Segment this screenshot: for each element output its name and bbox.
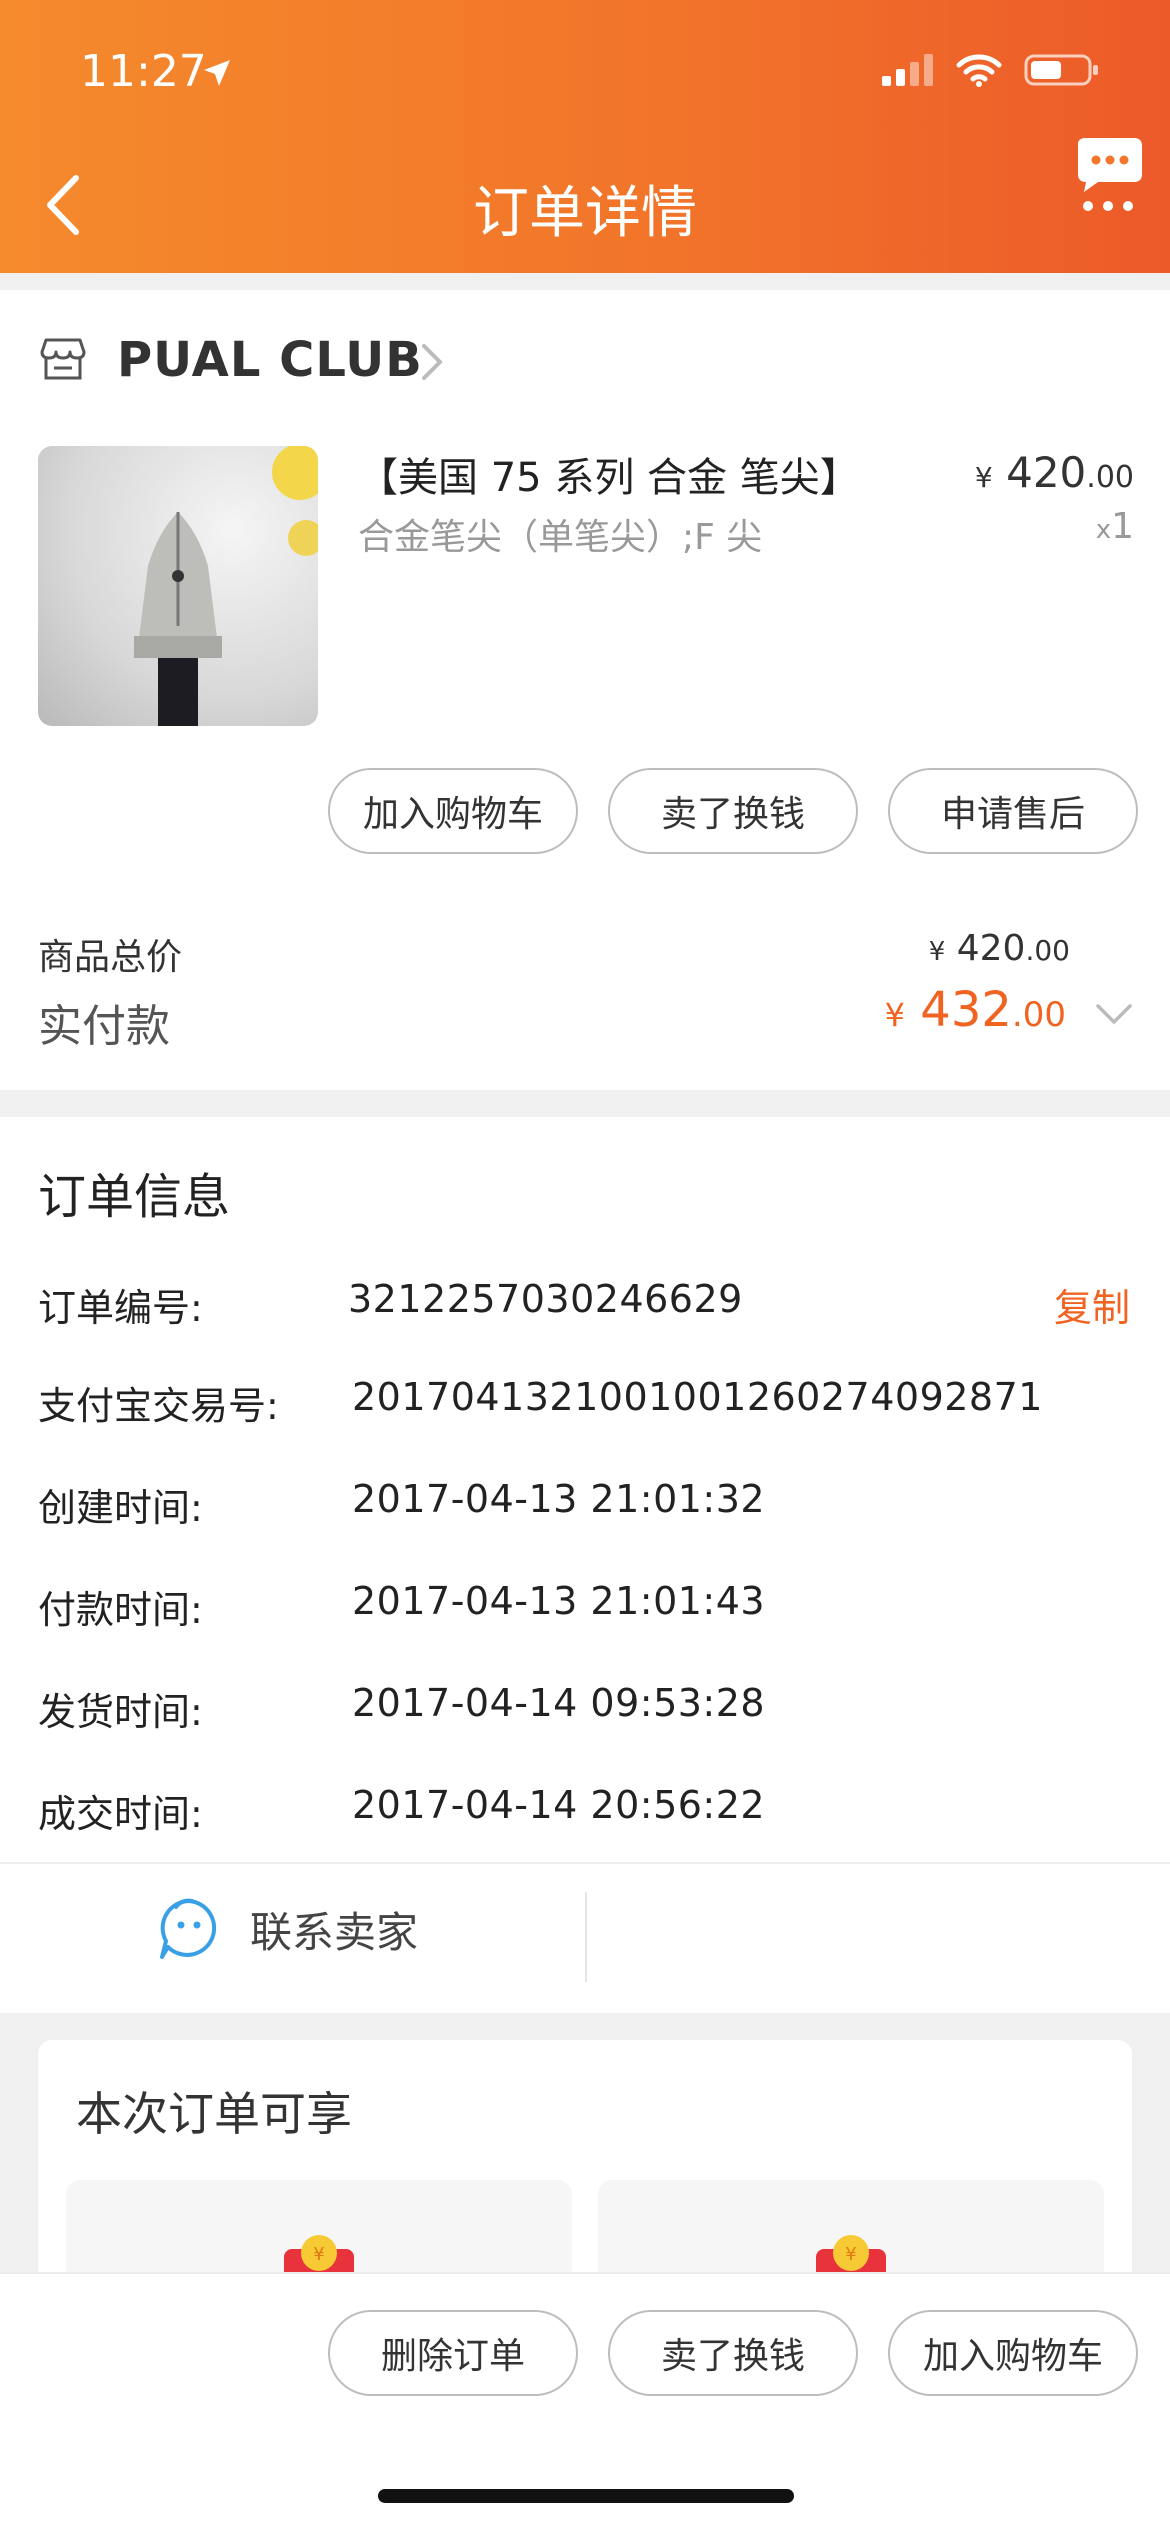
- order-number-value: 3212257030246629: [348, 1277, 743, 1321]
- svg-text:¥: ¥: [845, 2244, 856, 2265]
- shipped-time-value: 2017-04-14 09:53:28: [352, 1681, 766, 1725]
- shipped-time-row: 发货时间: 2017-04-14 09:53:28: [38, 1681, 1132, 1741]
- paid-time-label: 付款时间:: [38, 1588, 203, 1632]
- alipay-trade-row: 支付宝交易号: 2017041321001001260274092871: [38, 1375, 1132, 1435]
- pen-nib-image: [134, 446, 318, 726]
- chevron-down-icon[interactable]: [1094, 1002, 1134, 1026]
- delete-order-button[interactable]: 删除订单: [328, 2310, 578, 2396]
- copy-order-number-button[interactable]: 复制: [1054, 1277, 1130, 1332]
- product-sku: 合金笔尖（单笔尖）;F 尖: [358, 517, 763, 558]
- resell-button[interactable]: 卖了换钱: [608, 768, 858, 854]
- alipay-trade-value: 2017041321001001260274092871: [352, 1375, 1043, 1419]
- product-title[interactable]: 【美国 75 系列 合金 笔尖】: [358, 445, 860, 503]
- store-icon: [40, 338, 86, 380]
- bottom-resell-button[interactable]: 卖了换钱: [608, 2310, 858, 2396]
- product-quantity: x1: [1095, 506, 1134, 547]
- chevron-right-icon[interactable]: [420, 342, 444, 382]
- order-number-label: 订单编号:: [38, 1286, 203, 1330]
- created-time-row: 创建时间: 2017-04-13 21:01:32: [38, 1477, 1132, 1537]
- divider: [0, 1862, 1170, 1864]
- signal-icon: [882, 54, 933, 86]
- status-time: 11:27: [80, 46, 207, 97]
- vertical-divider: [585, 1892, 587, 1982]
- status-indicators: [882, 52, 1100, 88]
- paid-time-row: 付款时间: 2017-04-13 21:01:43: [38, 1579, 1132, 1639]
- goods-total-label: 商品总价: [38, 937, 183, 978]
- bottom-add-to-cart-button[interactable]: 加入购物车: [888, 2310, 1138, 2396]
- location-arrow-icon: [204, 60, 230, 86]
- after-sales-button[interactable]: 申请售后: [888, 768, 1138, 854]
- chat-face-icon: [160, 1898, 217, 1959]
- order-number-row: 订单编号: 3212257030246629: [38, 1277, 1132, 1337]
- product-image[interactable]: [38, 446, 318, 726]
- battery-icon: [1024, 54, 1098, 86]
- created-time-value: 2017-04-13 21:01:32: [352, 1477, 766, 1521]
- completed-time-value: 2017-04-14 20:56:22: [352, 1783, 766, 1827]
- paid-amount-value: ¥ 432.00: [884, 982, 1066, 1038]
- paid-amount-label: 实付款: [38, 1001, 170, 1052]
- header-bar: 11:27 订单详情: [0, 0, 1170, 273]
- home-indicator[interactable]: [378, 2489, 794, 2503]
- contact-seller-button[interactable]: 联系卖家: [158, 1897, 418, 1961]
- benefits-title: 本次订单可享: [76, 2087, 352, 2141]
- product-price: ¥ 420.00: [974, 448, 1134, 497]
- page-title: 订单详情: [473, 181, 697, 246]
- completed-time-row: 成交时间: 2017-04-14 20:56:22: [38, 1783, 1132, 1843]
- completed-time-label: 成交时间:: [38, 1792, 203, 1836]
- shipped-time-label: 发货时间:: [38, 1690, 203, 1734]
- alipay-trade-label: 支付宝交易号:: [38, 1384, 279, 1428]
- contact-seller-label: 联系卖家: [250, 1907, 419, 1957]
- order-info-title: 订单信息: [38, 1169, 231, 1225]
- created-time-label: 创建时间:: [38, 1486, 203, 1530]
- goods-total-value: ¥ 420.00: [928, 928, 1070, 969]
- paid-time-value: 2017-04-13 21:01:43: [352, 1579, 766, 1623]
- store-name[interactable]: PUAL CLUB: [117, 332, 423, 388]
- svg-text:¥: ¥: [313, 2244, 324, 2265]
- message-menu-icon[interactable]: [1072, 136, 1148, 216]
- add-to-cart-button[interactable]: 加入购物车: [328, 768, 578, 854]
- order-info-card: 订单信息 订单编号: 3212257030246629 复制 支付宝交易号: 2…: [0, 1117, 1170, 2013]
- wifi-icon: [956, 54, 1002, 87]
- order-item-card: PUAL CLUB 【美国 75 系列 合金 笔尖】 合金笔尖（单笔尖）;F 尖…: [0, 290, 1170, 1090]
